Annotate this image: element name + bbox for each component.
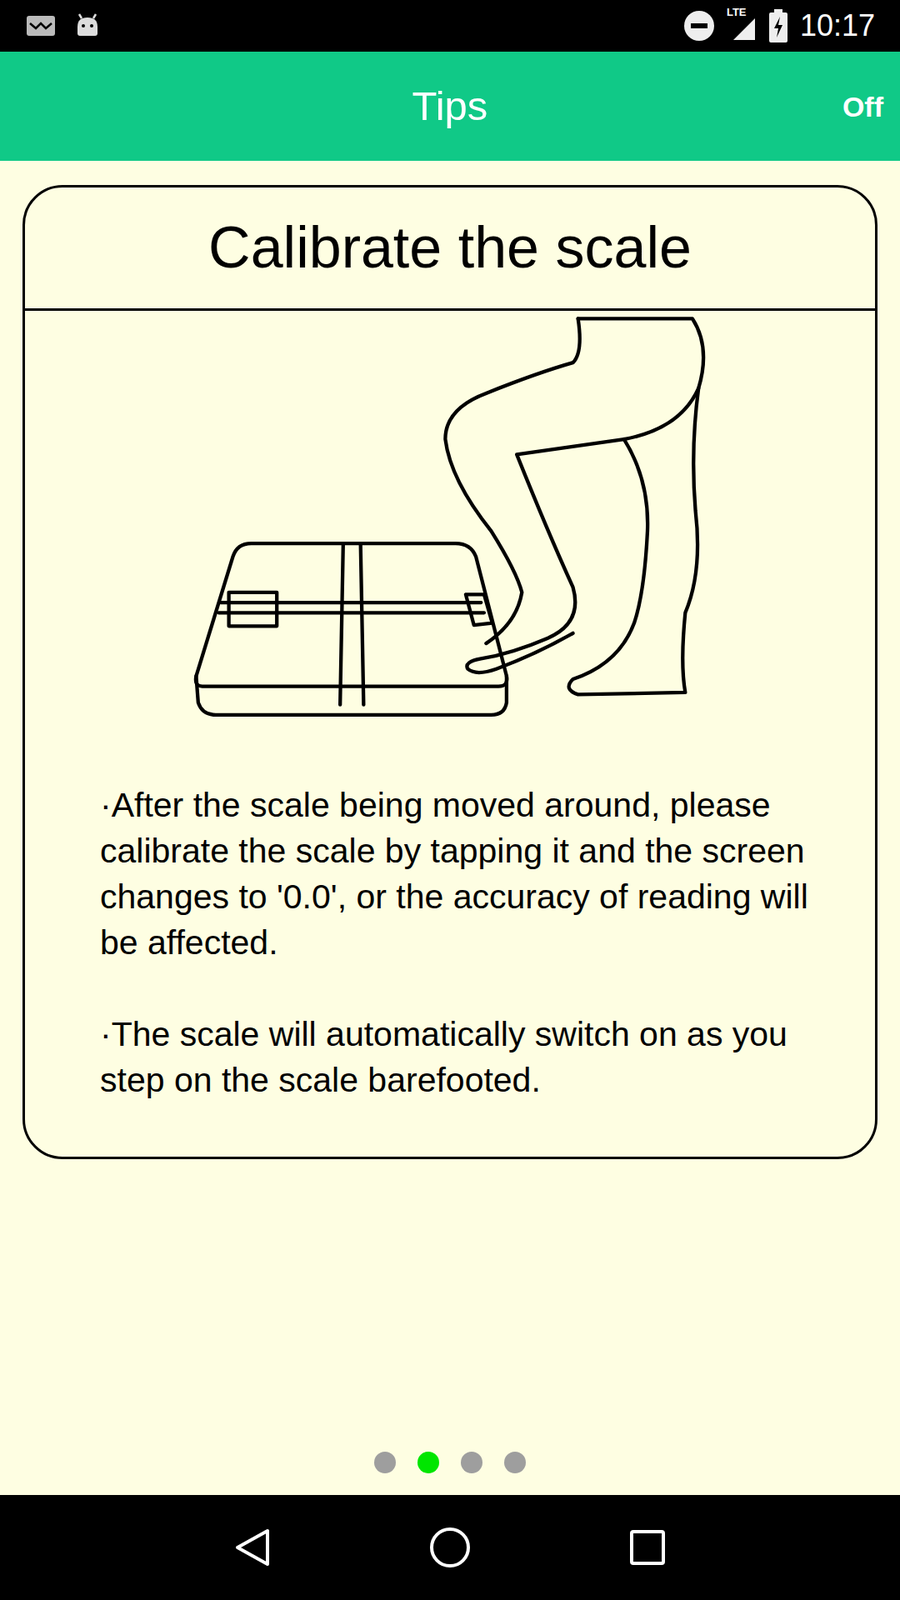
scale-illustration-icon xyxy=(190,316,711,720)
signal: LTE xyxy=(726,10,757,42)
tip-card: Calibrate the scale ·After the scale bein… xyxy=(22,185,878,1160)
do-not-disturb-icon xyxy=(683,10,715,42)
pager-dot[interactable] xyxy=(417,1451,440,1474)
header-title: Tips xyxy=(412,75,489,138)
home-icon[interactable] xyxy=(429,1526,471,1569)
pager xyxy=(374,1451,526,1474)
off-button[interactable]: Off xyxy=(842,85,884,128)
tip-paragraph: ·The scale will automatically switch on … xyxy=(100,1011,809,1104)
status-bar: LTE 10:17 xyxy=(0,0,900,52)
back-icon[interactable] xyxy=(234,1527,271,1568)
pager-dot[interactable] xyxy=(504,1451,526,1474)
header: Tips Off xyxy=(0,51,900,161)
card-title: Calibrate the scale xyxy=(25,187,875,311)
content: Calibrate the scale ·After the scale bein… xyxy=(0,160,900,1495)
tip-paragraph: ·After the scale being moved around, ple… xyxy=(100,782,809,966)
battery-icon xyxy=(768,9,789,43)
android-icon xyxy=(75,13,100,39)
message-icon xyxy=(25,13,57,39)
clock: 10:17 xyxy=(800,10,875,41)
pager-dot[interactable] xyxy=(460,1451,483,1474)
network-label: LTE xyxy=(726,6,747,18)
recents-icon[interactable] xyxy=(629,1529,666,1566)
app: LTE 10:17 Tips Off Calibrate the scale ·After… xyxy=(0,0,900,1600)
navigation-bar xyxy=(0,1495,900,1600)
tips-text: ·After the scale being moved around, ple… xyxy=(25,720,875,1157)
signal-icon xyxy=(726,10,757,42)
pager-dot[interactable] xyxy=(374,1451,396,1474)
